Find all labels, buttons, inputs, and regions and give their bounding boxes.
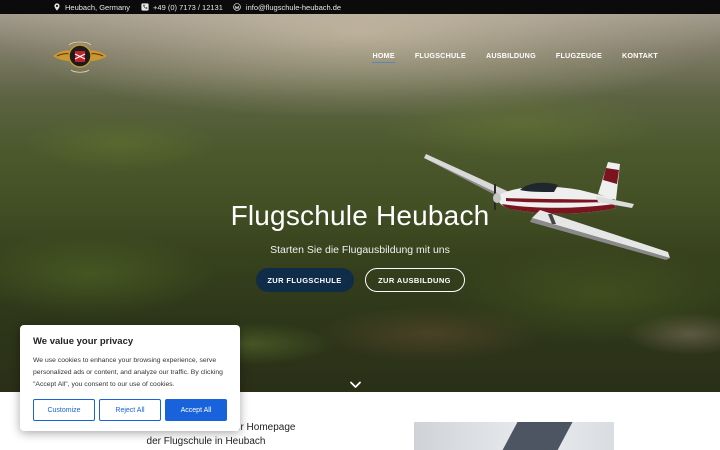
nav-flugzeuge[interactable]: FLUGZEUGE	[556, 51, 602, 63]
map-pin-icon	[52, 3, 61, 12]
nav-ausbildung[interactable]: AUSBILDUNG	[486, 51, 536, 63]
nav-kontakt[interactable]: KONTAKT	[622, 51, 658, 63]
cookie-buttons: Customize Reject All Accept All	[33, 399, 227, 421]
phone-text[interactable]: +49 (0) 7173 / 12131	[153, 3, 223, 12]
location-item: Heubach, Germany	[52, 3, 130, 12]
cookie-consent-dialog: We value your privacy We use cookies to …	[20, 325, 240, 431]
location-text: Heubach, Germany	[65, 2, 131, 12]
hero-title: Flugschule Heubach	[230, 200, 490, 231]
reject-all-button[interactable]: Reject All	[99, 399, 161, 421]
phone-icon	[140, 3, 149, 12]
nav-flugschule[interactable]: FLUGSCHULE	[415, 51, 466, 63]
hero-content: Flugschule Heubach Starten Sie die Fluga…	[0, 200, 720, 256]
wing-shape	[498, 422, 575, 450]
zur-flugschule-button[interactable]: ZUR FLUGSCHULE	[255, 268, 354, 292]
top-contact-bar: Heubach, Germany +49 (0) 7173 / 12131 in…	[0, 0, 720, 14]
hero-buttons: ZUR FLUGSCHULE ZUR AUSBILDUNG	[0, 268, 720, 292]
welcome-image	[414, 422, 614, 450]
email-text[interactable]: info@flugschule-heubach.de	[246, 3, 341, 12]
phone-item[interactable]: +49 (0) 7173 / 12131	[140, 3, 223, 12]
flugschule-heubach-logo[interactable]	[51, 36, 109, 76]
main-navigation: HOME FLUGSCHULE AUSBILDUNG FLUGZEUGE KON…	[352, 51, 658, 63]
email-item[interactable]: info@flugschule-heubach.de	[233, 3, 341, 12]
cookie-text: We use cookies to enhance your browsing …	[33, 357, 223, 388]
accept-all-button[interactable]: Accept All	[165, 399, 227, 421]
hero-subtitle: Starten Sie die Flugausbildung mit uns	[270, 244, 450, 256]
email-icon	[233, 3, 242, 12]
cookie-title: We value your privacy	[33, 336, 134, 347]
zur-ausbildung-button[interactable]: ZUR AUSBILDUNG	[364, 268, 465, 292]
welcome-line-2: der Flugschule in Heubach	[146, 436, 266, 447]
chevron-down-icon[interactable]	[349, 380, 362, 390]
nav-home[interactable]: HOME	[372, 51, 396, 63]
customize-button[interactable]: Customize	[33, 399, 95, 421]
